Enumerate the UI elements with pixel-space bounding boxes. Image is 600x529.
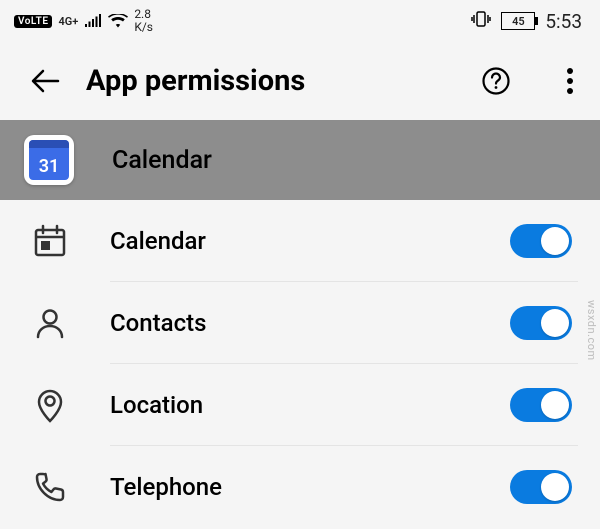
network-gen: 4G+ bbox=[58, 16, 78, 27]
app-name: Calendar bbox=[112, 146, 212, 175]
permission-label: Contacts bbox=[110, 309, 472, 337]
help-button[interactable] bbox=[480, 65, 512, 97]
help-icon bbox=[481, 66, 511, 96]
permission-row-contacts[interactable]: Contacts bbox=[0, 282, 600, 364]
calendar-app-icon: 31 bbox=[24, 135, 74, 185]
arrow-left-icon bbox=[30, 68, 60, 94]
permission-toggle-telephone[interactable] bbox=[510, 470, 572, 504]
app-bar: App permissions bbox=[0, 42, 600, 120]
data-rate-value: 2.8 bbox=[134, 7, 151, 21]
permission-toggle-location[interactable] bbox=[510, 388, 572, 422]
status-left: VoLTE 4G+ 2.8 K/s bbox=[14, 8, 153, 34]
status-bar: VoLTE 4G+ 2.8 K/s 45 5:53 bbox=[0, 0, 600, 42]
calendar-app-icon-day: 31 bbox=[29, 140, 69, 180]
calendar-icon bbox=[28, 219, 72, 263]
data-rate: 2.8 K/s bbox=[134, 8, 153, 34]
location-icon bbox=[28, 383, 72, 427]
permission-label: Telephone bbox=[110, 473, 472, 501]
data-rate-unit: K/s bbox=[134, 20, 153, 34]
app-header: 31 Calendar bbox=[0, 120, 600, 200]
permission-row-calendar[interactable]: Calendar bbox=[0, 200, 600, 282]
permission-row-location[interactable]: Location bbox=[0, 364, 600, 446]
battery-indicator: 45 bbox=[501, 12, 535, 30]
battery-level: 45 bbox=[501, 12, 535, 30]
permission-row-telephone[interactable]: Telephone bbox=[0, 446, 600, 528]
back-button[interactable] bbox=[30, 66, 60, 96]
watermark: wsxdn.com bbox=[585, 300, 598, 361]
wifi-icon bbox=[108, 14, 128, 28]
permission-label: Location bbox=[110, 391, 472, 419]
status-right: 45 5:53 bbox=[471, 10, 582, 33]
overflow-menu-button[interactable] bbox=[560, 65, 580, 97]
permission-toggle-contacts[interactable] bbox=[510, 306, 572, 340]
more-vert-icon bbox=[566, 67, 574, 95]
volte-indicator: VoLTE bbox=[14, 15, 52, 28]
signal-icon bbox=[84, 14, 102, 28]
permission-label: Calendar bbox=[110, 227, 472, 255]
clock: 5:53 bbox=[545, 10, 582, 33]
page-title: App permissions bbox=[86, 64, 454, 98]
permissions-list: Calendar Contacts Location Telephone bbox=[0, 200, 600, 528]
contacts-icon bbox=[28, 301, 72, 345]
telephone-icon bbox=[28, 465, 72, 509]
permission-toggle-calendar[interactable] bbox=[510, 224, 572, 258]
vibrate-icon bbox=[471, 10, 491, 32]
